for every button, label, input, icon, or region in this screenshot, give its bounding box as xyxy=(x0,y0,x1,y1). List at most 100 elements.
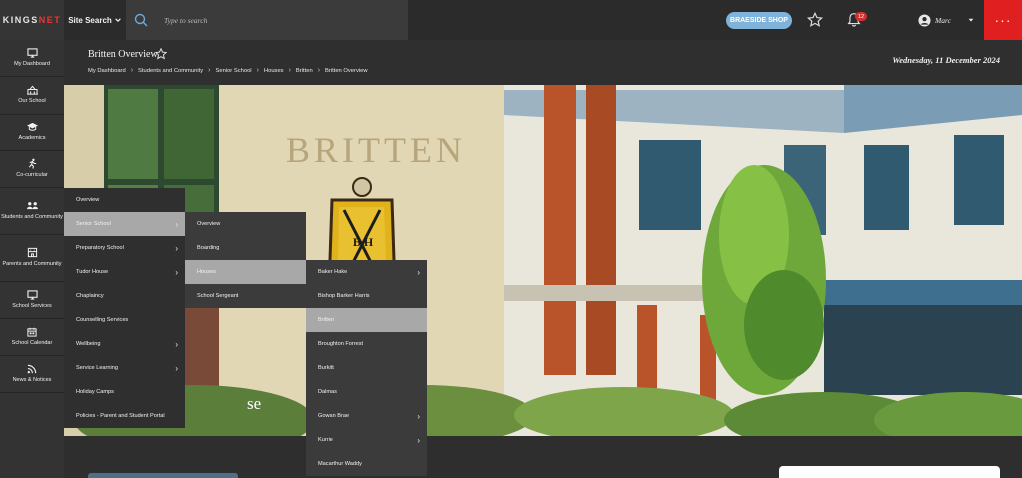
menu-item-counselling-services[interactable]: Counselling Services xyxy=(64,308,185,332)
menu-item-policies[interactable]: Policies - Parent and Student Portal xyxy=(64,404,185,428)
houses-submenu: Baker Hake › Bishop Barker Harris Britten… xyxy=(306,260,427,476)
chevron-right-icon: › xyxy=(317,67,321,74)
search-input[interactable] xyxy=(156,15,396,25)
sidebar-item-label: Co-curricular xyxy=(16,172,48,179)
braeside-shop-button[interactable]: BRAESIDE SHOP xyxy=(726,12,792,29)
chevron-right-icon: › xyxy=(130,67,134,74)
menu-item-senior-school[interactable]: Senior School › xyxy=(64,212,185,236)
chevron-right-icon: › xyxy=(175,363,178,373)
menu-item-label: Bishop Barker Harris xyxy=(318,293,370,299)
sidebar-item-school-calendar[interactable]: School Calendar xyxy=(0,319,64,356)
users-icon xyxy=(26,201,38,209)
sidebar-item-academics[interactable]: Academics xyxy=(0,115,64,151)
rss-icon xyxy=(27,364,37,374)
menu-item-label: Senior School xyxy=(76,221,111,227)
menu-item-label: Macarthur Waddy xyxy=(318,461,362,467)
building-sign: BRITTEN xyxy=(286,130,466,170)
more-options-button[interactable]: ··· xyxy=(984,0,1022,40)
user-name: Marc xyxy=(935,15,951,25)
menu-item-baker-hake[interactable]: Baker Hake › xyxy=(306,260,427,284)
menu-item-label: Tudor House xyxy=(76,269,109,275)
sidebar-item-label: My Dashboard xyxy=(14,60,50,67)
menu-item-label: Britten xyxy=(318,317,335,323)
menu-item-gowan-brae[interactable]: Gowan Brae › xyxy=(306,404,427,428)
menu-item-wellbeing[interactable]: Wellbeing › xyxy=(64,332,185,356)
breadcrumb-link[interactable]: Students and Community xyxy=(138,68,203,74)
menu-item-houses[interactable]: Houses xyxy=(185,260,306,284)
sidebar-item-news-and-notices[interactable]: News & Notices xyxy=(0,356,64,393)
menu-item-label: Broughton Forrest xyxy=(318,341,364,347)
sidebar-item-our-school[interactable]: Our School xyxy=(0,77,64,115)
site-search-dropdown[interactable]: Site Search xyxy=(64,0,126,40)
crest-letters: B H xyxy=(352,235,374,249)
menu-item-school-sergeant[interactable]: School Sergeant xyxy=(185,284,306,308)
breadcrumb-current: Britten Overview xyxy=(325,67,368,74)
school-icon xyxy=(26,85,38,95)
breadcrumb-link[interactable]: Houses xyxy=(264,68,284,74)
menu-item-overview[interactable]: Overview xyxy=(64,188,185,212)
menu-item-label: School Sergeant xyxy=(197,293,239,299)
search-bar xyxy=(126,0,408,40)
caret-down-icon xyxy=(968,18,974,22)
running-icon xyxy=(28,158,36,169)
sidebar-item-co-curricular[interactable]: Co-curricular xyxy=(0,151,64,188)
menu-item-label: Counselling Services xyxy=(76,317,129,323)
menu-item-label: Boarding xyxy=(197,245,220,251)
sidebar-item-my-dashboard[interactable]: My Dashboard xyxy=(0,40,64,77)
menu-item-boarding[interactable]: Boarding xyxy=(185,236,306,260)
menu-item-burkitt[interactable]: Burkitt xyxy=(306,356,427,380)
favorites-star-icon[interactable] xyxy=(806,11,824,29)
menu-item-label: Houses xyxy=(197,269,216,275)
menu-item-britten[interactable]: Britten xyxy=(306,308,427,332)
hero-caption: se xyxy=(247,394,262,413)
menu-item-tudor-house[interactable]: Tudor House › xyxy=(64,260,185,284)
page-title: Britten Overview xyxy=(88,49,158,60)
logo-suffix: NET xyxy=(38,15,62,25)
menu-item-bishop-barker-harris[interactable]: Bishop Barker Harris xyxy=(306,284,427,308)
menu-item-label: Baker Hake xyxy=(318,269,348,275)
chevron-right-icon: › xyxy=(175,219,178,229)
breadcrumb-link[interactable]: Britten xyxy=(296,68,313,74)
menu-item-preparatory-school[interactable]: Preparatory School › xyxy=(64,236,185,260)
logo-prefix: KINGS xyxy=(2,15,39,25)
menu-item-chaplaincy[interactable]: Chaplaincy xyxy=(64,284,185,308)
sidebar-item-label: News & Notices xyxy=(12,376,52,383)
search-icon[interactable] xyxy=(126,0,156,40)
breadcrumb-link[interactable]: My Dashboard xyxy=(88,68,126,74)
sidebar-item-parents-and-community[interactable]: Parents and Community xyxy=(0,235,64,282)
sidebar-item-label: School Services xyxy=(12,302,52,309)
senior-school-submenu: Overview Boarding Houses School Sergeant xyxy=(185,212,306,308)
chevron-right-icon: › xyxy=(175,267,178,277)
user-menu[interactable]: Marc xyxy=(918,12,975,28)
menu-item-label: Gowan Brae xyxy=(318,413,350,419)
site-search-label: Site Search xyxy=(68,15,112,25)
menu-item-label: Dalmas xyxy=(318,389,337,395)
menu-item-overview[interactable]: Overview xyxy=(185,212,306,236)
menu-item-label: Overview xyxy=(76,197,100,203)
favorite-page-star-icon[interactable] xyxy=(154,47,168,61)
chevron-right-icon: › xyxy=(208,67,211,74)
breadcrumb-link[interactable]: Senior School xyxy=(215,68,251,74)
menu-item-dalmas[interactable]: Dalmas xyxy=(306,380,427,404)
chevron-right-icon: › xyxy=(256,67,259,74)
sidebar-item-label: Students and Community xyxy=(1,213,63,220)
menu-item-label: Wellbeing xyxy=(76,341,101,347)
monitor-icon xyxy=(26,290,38,300)
chevron-right-icon: › xyxy=(417,267,420,277)
kingsnet-logo[interactable]: KINGS NET xyxy=(0,0,64,40)
menu-item-label: Burkitt xyxy=(318,365,334,371)
sidebar-item-students-and-community[interactable]: Students and Community xyxy=(0,188,64,235)
breadcrumb: My Dashboard › Students and Community › Se… xyxy=(88,67,368,74)
menu-item-service-learning[interactable]: Service Learning › xyxy=(64,356,185,380)
sidebar-item-school-services[interactable]: School Services xyxy=(0,282,64,319)
user-avatar-icon xyxy=(918,13,931,27)
menu-item-holiday-camps[interactable]: Holiday Camps xyxy=(64,380,185,404)
sidebar-item-label: School Calendar xyxy=(11,339,53,346)
menu-item-label: Holiday Camps xyxy=(76,389,114,395)
sidebar: My Dashboard Our School Academics Co-cur… xyxy=(0,40,64,478)
menu-item-kurrie[interactable]: Kurrie › xyxy=(306,428,427,452)
menu-item-broughton-forrest[interactable]: Broughton Forrest xyxy=(306,332,427,356)
chevron-right-icon: › xyxy=(417,411,420,421)
menu-item-macarthur-waddy[interactable]: Macarthur Waddy xyxy=(306,452,427,476)
chevron-right-icon: › xyxy=(175,339,178,349)
